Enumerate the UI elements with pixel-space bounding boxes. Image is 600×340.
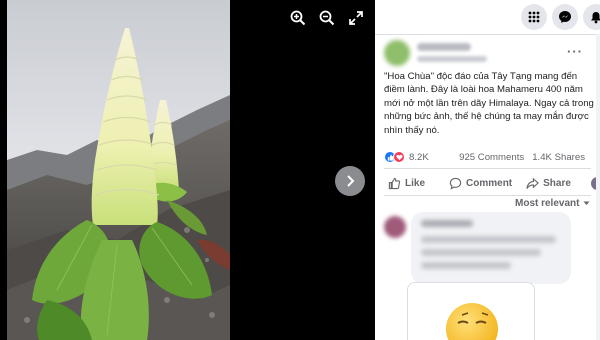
flower-photo-illustration <box>7 0 230 340</box>
comment-text-blurred-line <box>421 249 541 256</box>
next-photo-button[interactable] <box>335 166 365 196</box>
commenter-avatar-blurred[interactable] <box>384 216 406 238</box>
comment-bubble-blurred <box>411 212 571 284</box>
zoom-in-icon[interactable] <box>289 9 307 27</box>
post-actions: Like Comment Share <box>384 172 600 194</box>
top-bar <box>375 0 600 34</box>
photo-viewer <box>0 0 375 340</box>
apps-grid-icon <box>528 11 540 23</box>
comment-sort-dropdown[interactable]: Most relevant <box>515 198 590 209</box>
love-reaction-icon <box>393 151 405 163</box>
actions-top-divider <box>384 168 591 169</box>
chevron-down-icon <box>583 201 590 205</box>
actions-bottom-divider <box>384 195 591 196</box>
post-side-panel: ··· "Hoa Chùa" độc đáo của Tây Tạng mang… <box>375 0 600 340</box>
panel-scrollbar[interactable] <box>596 34 600 340</box>
engagement-stats: 925 Comments 1.4K Shares <box>459 152 585 163</box>
shares-count[interactable]: 1.4K Shares <box>532 152 585 163</box>
comment-text-blurred-line <box>421 236 556 243</box>
comment-sticker[interactable] <box>407 282 535 340</box>
comments-count[interactable]: 925 Comments <box>459 152 524 163</box>
comment-text-blurred-line <box>421 262 511 269</box>
emoji-sticker-icon <box>446 303 498 340</box>
share-button[interactable]: Share <box>526 177 571 190</box>
post-time-blurred <box>417 56 487 62</box>
share-label: Share <box>543 177 571 189</box>
apps-grid-button[interactable] <box>521 4 547 30</box>
notifications-button[interactable] <box>583 4 600 30</box>
top-bar-divider <box>375 34 600 35</box>
share-icon <box>526 177 540 189</box>
comment-icon <box>449 177 462 190</box>
chevron-right-icon <box>347 175 355 187</box>
comment-sort-label: Most relevant <box>515 198 580 209</box>
thumbs-up-icon <box>388 177 401 189</box>
messenger-button[interactable] <box>552 4 578 30</box>
author-name-blurred[interactable] <box>417 43 471 51</box>
post-options-button[interactable]: ··· <box>567 44 583 59</box>
comment-button[interactable]: Comment <box>449 177 512 190</box>
fullscreen-icon[interactable] <box>347 9 365 27</box>
like-label: Like <box>405 177 426 189</box>
zoom-out-icon[interactable] <box>318 9 336 27</box>
post-photo[interactable] <box>7 0 230 340</box>
notifications-bell-icon <box>591 11 600 23</box>
comment-label: Comment <box>466 177 513 189</box>
comment-author-blurred <box>421 220 473 227</box>
reaction-summary[interactable]: 8.2K <box>384 151 429 163</box>
post-text: "Hoa Chùa" độc đáo của Tây Tạng mang đến… <box>384 71 594 136</box>
like-button[interactable]: Like <box>388 177 425 190</box>
author-avatar[interactable] <box>384 40 410 66</box>
reaction-count: 8.2K <box>409 151 429 163</box>
messenger-icon <box>559 11 571 23</box>
